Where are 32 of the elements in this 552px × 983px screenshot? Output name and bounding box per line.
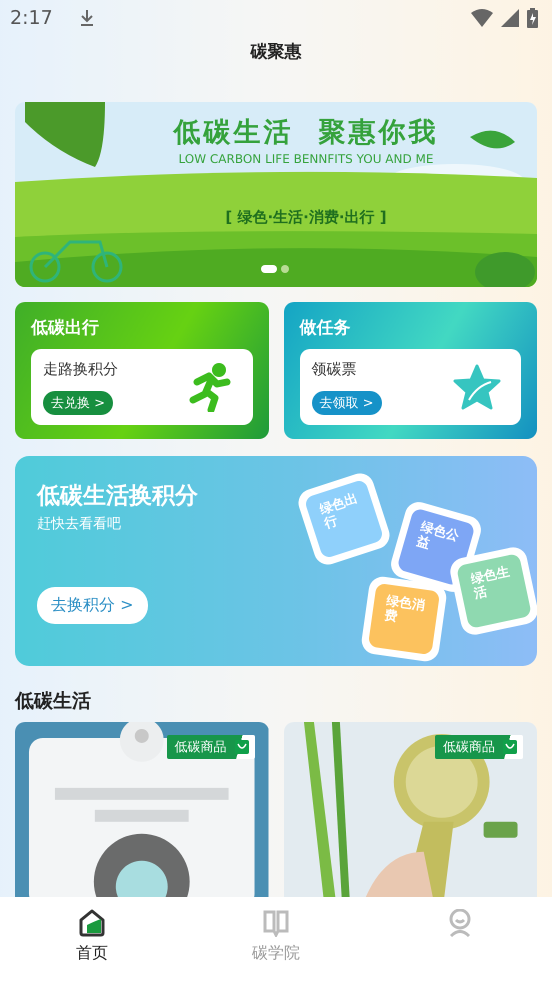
action-button[interactable]: 去领取 >: [312, 390, 382, 414]
action-button[interactable]: 去兑换 >: [43, 390, 114, 414]
book-icon: [262, 909, 290, 937]
shopping-bag-icon: [503, 740, 517, 754]
category-tile[interactable]: 绿色生活: [456, 553, 532, 629]
star-icon: [453, 364, 501, 410]
promo-subtitle: 赶快去看看吧: [37, 515, 121, 533]
banner-subtitle: LOW CARBON LIFE BENNFITS YOU AND ME: [178, 152, 434, 166]
banner-slogan: [ 绿色·生活·消费·出行 ]: [225, 208, 387, 227]
category-tile[interactable]: 绿色出行: [304, 478, 384, 560]
home-icon: [79, 909, 105, 937]
card-label: 领碳票: [312, 360, 356, 378]
card-label: 走路换积分: [43, 360, 118, 378]
section-title: 低碳生活: [15, 689, 92, 714]
person-icon: [447, 909, 473, 937]
card-title: 低碳出行: [31, 317, 100, 339]
status-time: 2:17: [10, 7, 53, 29]
signal-icon: [501, 9, 519, 27]
wifi-icon: [471, 9, 493, 27]
nav-tab[interactable]: 首页: [0, 897, 184, 983]
battery-icon: [527, 8, 538, 28]
category-tile[interactable]: 绿色消费: [368, 582, 440, 656]
shopping-bag-icon: [234, 740, 248, 754]
page-title: 碳聚惠: [249, 41, 302, 64]
card-title: 做任务: [300, 317, 352, 339]
promo-title: 低碳生活换积分: [37, 482, 198, 511]
tag-label: 低碳商品: [174, 739, 226, 756]
tag-label: 低碳商品: [443, 739, 495, 756]
banner-headline: 低碳生活 聚惠你我: [174, 116, 438, 150]
nav-tab[interactable]: 碳学院: [184, 897, 368, 983]
exchange-button[interactable]: 去换积分 >: [37, 587, 148, 624]
download-icon: [78, 9, 95, 27]
